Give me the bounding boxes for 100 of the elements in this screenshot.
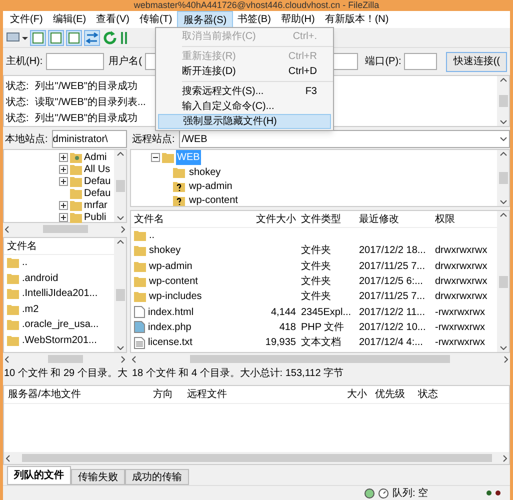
tree-item[interactable]: Admi <box>59 151 114 163</box>
column-header[interactable]: 文件名 <box>7 238 37 254</box>
menu-entry[interactable]: 输入自定义命令(C)... <box>158 99 331 114</box>
port-field[interactable] <box>404 53 438 70</box>
file-row[interactable]: wp-content 文件夹 2017/12/5 6:... drwxrwxrwx <box>131 274 497 290</box>
file-row[interactable]: shokey 文件夹 2017/12/2 18... drwxrwxrwx <box>131 243 497 259</box>
remote-path-field[interactable]: /WEB <box>178 130 510 148</box>
horizontal-scrollbar[interactable] <box>4 452 509 464</box>
file-row[interactable]: .WebStorm201... <box>4 332 114 348</box>
menu-entry[interactable]: 断开连接(D) Ctrl+D <box>158 64 331 79</box>
scrollbar[interactable] <box>114 238 126 352</box>
scrollbar[interactable] <box>497 211 509 352</box>
scroll-left-icon[interactable] <box>6 454 10 462</box>
scroll-up-icon[interactable] <box>500 213 506 217</box>
column-header[interactable]: 优先级 <box>371 387 414 402</box>
expand-icon[interactable] <box>59 200 68 210</box>
file-row[interactable]: wp-includes 文件夹 2017/11/25 7... drwxrwxrwx <box>131 289 497 304</box>
scroll-thumb[interactable] <box>48 355 82 363</box>
queue-tab[interactable]: 传输失败 <box>71 469 125 485</box>
speed-gauge-icon[interactable] <box>378 488 390 498</box>
file-row[interactable]: .. <box>4 255 114 270</box>
scroll-up-icon[interactable] <box>116 240 124 244</box>
scroll-right-icon[interactable] <box>121 226 125 232</box>
panel-toggle-icon[interactable] <box>48 30 64 46</box>
panel-toggle-icon[interactable] <box>30 30 46 46</box>
expand-icon[interactable] <box>59 212 68 222</box>
menu-item[interactable]: 查看(V) <box>91 11 134 28</box>
column-header[interactable]: 文件大小 <box>256 212 298 226</box>
tree-item[interactable]: Defau <box>59 187 114 199</box>
scroll-up-icon[interactable] <box>500 152 506 156</box>
scroll-down-icon[interactable] <box>500 346 506 350</box>
scroll-thumb[interactable] <box>116 289 124 301</box>
tree-item[interactable]: Publi <box>59 211 114 223</box>
local-path-field[interactable]: dministrator\ <box>52 130 127 148</box>
host-field[interactable] <box>46 53 104 70</box>
menu-item[interactable]: 文件(F) <box>5 11 48 28</box>
tree-item[interactable]: shokey <box>151 165 497 179</box>
tree-item[interactable]: All Us <box>59 163 114 175</box>
column-header[interactable]: 大小 <box>313 387 371 402</box>
scroll-up-icon[interactable] <box>116 152 124 156</box>
scroll-right-icon[interactable] <box>121 356 125 362</box>
column-header[interactable]: 服务器/本地文件 <box>4 387 139 402</box>
site-manager-icon[interactable] <box>6 30 28 44</box>
file-row[interactable]: .IntelliJIdea201... <box>4 286 114 302</box>
column-header[interactable]: 方向 <box>139 387 183 402</box>
column-header[interactable]: 文件名 <box>131 212 256 226</box>
scroll-thumb[interactable] <box>116 180 124 192</box>
menu-item[interactable]: 传输(T) <box>134 11 178 28</box>
expand-icon[interactable] <box>59 152 68 162</box>
scroll-up-icon[interactable] <box>500 78 506 82</box>
file-row[interactable]: license.txt 19,935 文本文档 2017/12/4 4:... -rwxrwxrwx <box>131 335 497 350</box>
column-header[interactable]: 最近修改 <box>356 212 432 226</box>
tree-item[interactable]: wp-admin <box>151 179 497 193</box>
menu-item[interactable]: 帮助(H) <box>276 11 320 28</box>
column-header[interactable]: 状态 <box>414 387 509 402</box>
menu-item[interactable]: 服务器(S) <box>177 11 233 28</box>
collapse-icon[interactable] <box>151 153 160 162</box>
column-header[interactable]: 权限 <box>432 212 497 226</box>
scroll-left-icon[interactable] <box>132 356 136 362</box>
queue-tab[interactable]: 成功的传输 <box>125 469 189 485</box>
menu-item[interactable]: 有新版本！(N) <box>320 11 394 28</box>
expand-icon[interactable] <box>59 176 68 186</box>
queue-tab[interactable]: 列队的文件 <box>7 466 71 485</box>
scroll-thumb[interactable] <box>498 172 508 184</box>
scroll-thumb[interactable] <box>190 355 450 363</box>
menu-entry[interactable]: 强制显示隐藏文件(H) <box>158 114 331 129</box>
scroll-down-icon[interactable] <box>116 346 124 350</box>
scroll-right-icon[interactable] <box>503 454 507 462</box>
menu-item[interactable]: 书签(B) <box>232 11 276 28</box>
expand-icon[interactable] <box>59 164 68 174</box>
scroll-thumb[interactable] <box>498 276 508 288</box>
file-row[interactable]: .android <box>4 270 114 286</box>
scroll-down-icon[interactable] <box>116 216 124 220</box>
scroll-thumb[interactable] <box>22 454 492 462</box>
quickconnect-button[interactable]: 快速连接(( <box>446 52 507 72</box>
file-row[interactable]: index.php 418 PHP 文件 2017/12/2 10... -rwxrwxrwx <box>131 320 497 336</box>
scrollbar[interactable] <box>114 150 126 222</box>
tree-item[interactable]: Defau <box>59 175 114 187</box>
tree-item[interactable]: mrfar <box>59 199 114 211</box>
transfer-arrows-icon[interactable] <box>84 30 100 46</box>
scroll-left-icon[interactable] <box>5 356 9 362</box>
scrollbar[interactable] <box>497 150 509 206</box>
panel-toggle-icon[interactable] <box>66 30 82 46</box>
tree-item[interactable]: wp-content <box>151 193 497 206</box>
file-row[interactable]: .oracle_jre_usa... <box>4 317 114 332</box>
scroll-thumb[interactable] <box>42 225 88 233</box>
file-row[interactable]: wp-admin 文件夹 2017/11/25 7... drwxrwxrwx <box>131 258 497 274</box>
menu-item[interactable]: 编辑(E) <box>48 11 92 28</box>
menu-entry[interactable]: 搜索远程文件(S)... F3 <box>158 84 331 99</box>
scroll-thumb[interactable] <box>498 95 508 107</box>
file-row[interactable]: index.html 4,144 2345Expl... 2017/12/2 11... -rwxrwxrwx <box>131 304 497 320</box>
dropdown-icon[interactable] <box>500 137 507 141</box>
refresh-icon[interactable] <box>102 30 118 46</box>
horizontal-scrollbar[interactable] <box>3 223 127 235</box>
scroll-down-icon[interactable] <box>500 200 506 204</box>
file-row[interactable]: .m2 <box>4 302 114 317</box>
horizontal-scrollbar[interactable] <box>130 353 510 365</box>
scroll-right-icon[interactable] <box>504 356 508 362</box>
column-header[interactable]: 远程文件 <box>183 387 313 402</box>
scrollbar[interactable] <box>497 76 509 126</box>
